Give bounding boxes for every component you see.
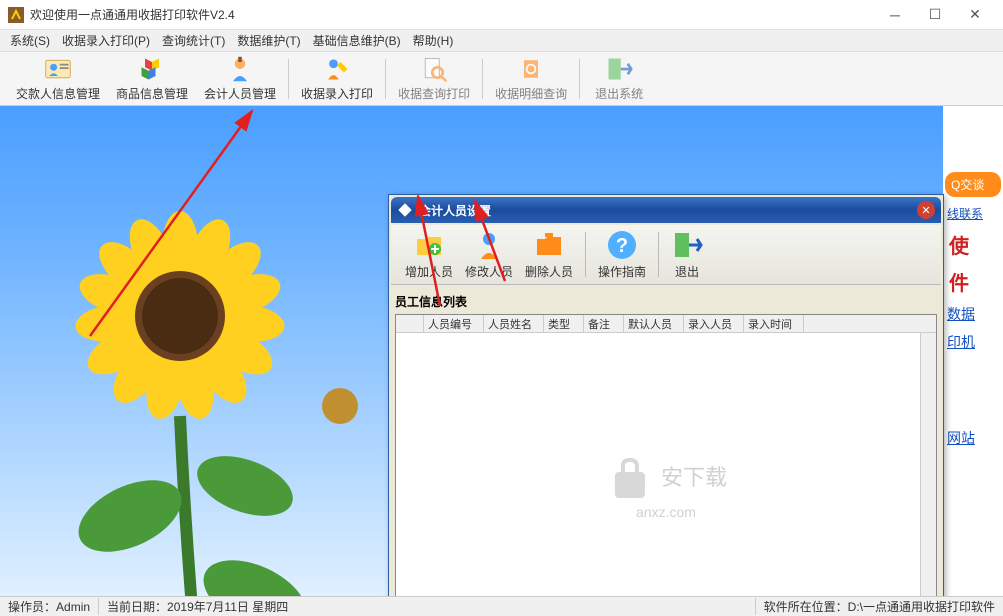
search-doc-icon bbox=[420, 55, 448, 83]
employee-list[interactable]: 人员编号 人员姓名 类型 备注 默认人员 录入人员 录入时间 安下载 anxz.… bbox=[395, 314, 937, 596]
svg-text:?: ? bbox=[616, 235, 628, 257]
menu-query-stats[interactable]: 查询统计(T) bbox=[156, 30, 231, 51]
separator bbox=[385, 59, 386, 99]
boxes-icon bbox=[138, 55, 166, 83]
tool-label: 商品信息管理 bbox=[116, 85, 188, 102]
window-title: 欢迎使用一点通通用收据打印软件V2.4 bbox=[30, 6, 875, 23]
help-icon: ? bbox=[606, 229, 638, 261]
separator bbox=[585, 232, 586, 277]
watermark: 安下载 anxz.com bbox=[605, 454, 727, 520]
col-type[interactable]: 类型 bbox=[544, 315, 584, 332]
exit-icon bbox=[605, 55, 633, 83]
window-titlebar: 欢迎使用一点通通用收据打印软件V2.4 ─ ☐ ✕ bbox=[0, 0, 1003, 30]
tool-label: 会计人员管理 bbox=[204, 85, 276, 102]
exit-door-icon bbox=[671, 229, 703, 261]
location-cell: 软件所在位置：D:\一点通通用收据打印软件 bbox=[756, 598, 1003, 615]
separator bbox=[288, 59, 289, 99]
folder-orange-icon bbox=[533, 229, 565, 261]
promo-text-1: 使 bbox=[949, 230, 997, 259]
magnify-icon bbox=[517, 55, 545, 83]
separator bbox=[579, 59, 580, 99]
exit-button[interactable]: 退出系统 bbox=[584, 53, 654, 104]
accountant-button[interactable]: 会计人员管理 bbox=[196, 53, 284, 104]
watermark-text: 安下载 bbox=[661, 465, 727, 490]
main-content: Q交谈 线联系 使 件 数据 印机 网站 会计人员设置 ✕ 增加人员 修改人员 … bbox=[0, 106, 1003, 596]
menu-receipt-input[interactable]: 收据录入打印(P) bbox=[56, 30, 156, 51]
col-entry-time[interactable]: 录入时间 bbox=[744, 315, 804, 332]
printer-link[interactable]: 印机 bbox=[947, 332, 999, 352]
tool-label: 交款人信息管理 bbox=[16, 85, 100, 102]
menu-basic-info[interactable]: 基础信息维护(B) bbox=[307, 30, 407, 51]
person-edit-icon bbox=[323, 55, 351, 83]
menubar: 系统(S) 收据录入打印(P) 查询统计(T) 数据维护(T) 基础信息维护(B… bbox=[0, 30, 1003, 52]
main-toolbar: 交款人信息管理 商品信息管理 会计人员管理 收据录入打印 收据查询打印 收据明细… bbox=[0, 52, 1003, 106]
date-value: 2019年7月11日 星期四 bbox=[167, 600, 288, 614]
tool-label: 操作指南 bbox=[598, 263, 646, 280]
col-remark[interactable]: 备注 bbox=[584, 315, 624, 332]
tool-label: 收据明细查询 bbox=[495, 85, 567, 102]
app-icon bbox=[8, 7, 24, 23]
qq-chat-button[interactable]: Q交谈 bbox=[945, 172, 1001, 197]
product-info-button[interactable]: 商品信息管理 bbox=[108, 53, 196, 104]
tool-label: 收据录入打印 bbox=[301, 85, 373, 102]
maximize-button[interactable]: ☐ bbox=[915, 1, 955, 29]
tool-label: 增加人员 bbox=[405, 263, 453, 280]
receipt-input-button[interactable]: 收据录入打印 bbox=[293, 53, 381, 104]
menu-help[interactable]: 帮助(H) bbox=[407, 30, 460, 51]
dialog-exit-button[interactable]: 退出 bbox=[665, 227, 709, 282]
date-cell: 当前日期：2019年7月11日 星期四 bbox=[99, 598, 756, 615]
receipt-query-button[interactable]: 收据查询打印 bbox=[390, 53, 478, 104]
person-blue-icon bbox=[473, 229, 505, 261]
operator-value: Admin bbox=[56, 600, 90, 614]
tool-label: 收据查询打印 bbox=[398, 85, 470, 102]
operator-label: 操作员： bbox=[8, 600, 56, 614]
data-link[interactable]: 数据 bbox=[947, 304, 999, 324]
list-title: 员工信息列表 bbox=[395, 289, 937, 314]
user-card-icon bbox=[44, 55, 72, 83]
tool-label: 修改人员 bbox=[465, 263, 513, 280]
person-icon bbox=[226, 55, 254, 83]
folder-add-icon bbox=[413, 229, 445, 261]
sunflower-image bbox=[30, 186, 410, 596]
add-person-button[interactable]: 增加人员 bbox=[399, 227, 459, 282]
delete-person-button[interactable]: 删除人员 bbox=[519, 227, 579, 282]
location-label: 软件所在位置： bbox=[764, 600, 848, 614]
tool-label: 退出 bbox=[675, 263, 699, 280]
dialog-title: 会计人员设置 bbox=[419, 202, 917, 219]
col-name[interactable]: 人员姓名 bbox=[484, 315, 544, 332]
promo-text-2: 件 bbox=[949, 267, 997, 296]
dialog-close-button[interactable]: ✕ bbox=[917, 201, 935, 219]
dialog-toolbar: 增加人员 修改人员 删除人员 ? 操作指南 退出 bbox=[391, 225, 941, 285]
date-label: 当前日期： bbox=[107, 600, 167, 614]
guide-button[interactable]: ? 操作指南 bbox=[592, 227, 652, 282]
dialog-icon bbox=[397, 202, 413, 218]
minimize-button[interactable]: ─ bbox=[875, 1, 915, 29]
contact-link[interactable]: 线联系 bbox=[947, 205, 999, 222]
accountant-dialog: 会计人员设置 ✕ 增加人员 修改人员 删除人员 ? 操作指南 bbox=[388, 194, 944, 596]
col-id[interactable]: 人员编号 bbox=[424, 315, 484, 332]
separator bbox=[482, 59, 483, 99]
col-entry-person[interactable]: 录入人员 bbox=[684, 315, 744, 332]
dialog-titlebar[interactable]: 会计人员设置 ✕ bbox=[391, 197, 941, 223]
vertical-scrollbar[interactable] bbox=[920, 333, 936, 596]
operator-cell: 操作员：Admin bbox=[0, 598, 99, 615]
col-selector[interactable] bbox=[396, 315, 424, 332]
close-button[interactable]: ✕ bbox=[955, 1, 995, 29]
right-sidebar: Q交谈 线联系 使 件 数据 印机 网站 bbox=[943, 106, 1003, 596]
menu-data-maint[interactable]: 数据维护(T) bbox=[231, 30, 306, 51]
edit-person-button[interactable]: 修改人员 bbox=[459, 227, 519, 282]
receipt-detail-button[interactable]: 收据明细查询 bbox=[487, 53, 575, 104]
watermark-sub: anxz.com bbox=[605, 504, 727, 520]
statusbar: 操作员：Admin 当前日期：2019年7月11日 星期四 软件所在位置：D:\… bbox=[0, 596, 1003, 616]
website-link[interactable]: 网站 bbox=[947, 428, 999, 448]
list-area: 员工信息列表 人员编号 人员姓名 类型 备注 默认人员 录入人员 录入时间 安下… bbox=[395, 289, 937, 596]
separator bbox=[658, 232, 659, 277]
location-value: D:\一点通通用收据打印软件 bbox=[848, 600, 995, 614]
payer-info-button[interactable]: 交款人信息管理 bbox=[8, 53, 108, 104]
tool-label: 退出系统 bbox=[595, 85, 643, 102]
list-header: 人员编号 人员姓名 类型 备注 默认人员 录入人员 录入时间 bbox=[396, 315, 936, 333]
menu-system[interactable]: 系统(S) bbox=[4, 30, 56, 51]
tool-label: 删除人员 bbox=[525, 263, 573, 280]
col-default[interactable]: 默认人员 bbox=[624, 315, 684, 332]
